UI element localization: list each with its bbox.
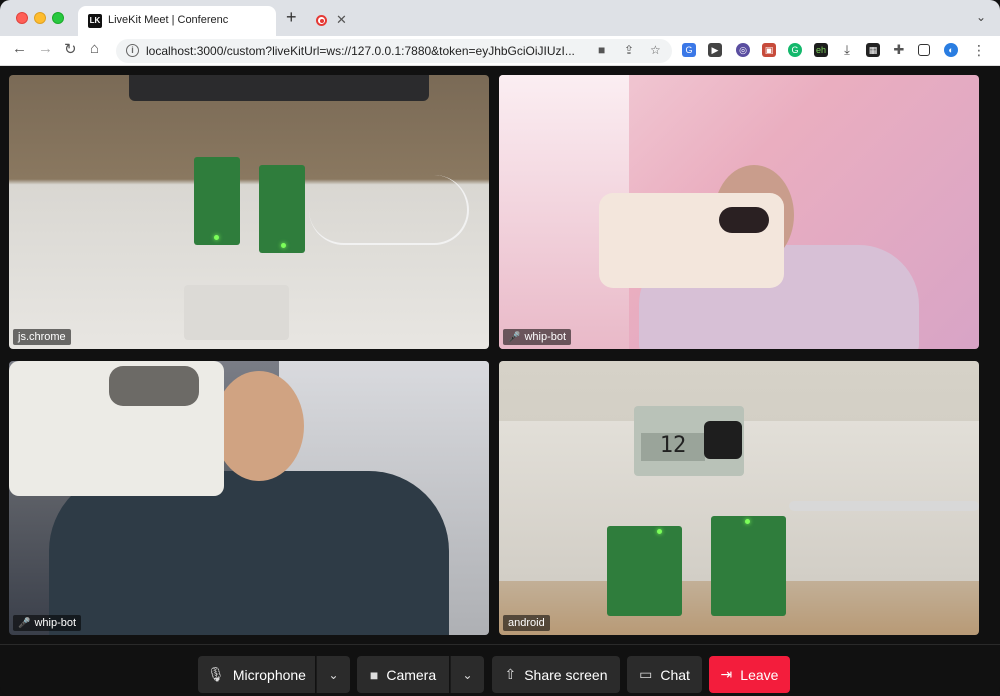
share-screen-button[interactable]: ⇧ Share screen <box>492 656 620 693</box>
microphone-icon: 🎙 <box>207 666 225 682</box>
chat-icon: ▭ <box>639 666 653 682</box>
participant-name-label: whip-bot <box>34 617 77 629</box>
tab-extension-icon[interactable]: ▦ <box>866 43 880 57</box>
camera-icon: ■ <box>369 666 379 683</box>
home-button[interactable]: ⌂ <box>90 40 99 57</box>
camera-label: Camera <box>386 666 437 683</box>
participant-name: android <box>503 615 550 631</box>
microphone-options-button[interactable]: ⌄ <box>316 656 350 693</box>
board-image <box>259 165 305 253</box>
chat-label: Chat <box>660 666 690 683</box>
participant-tile[interactable]: 🎤 whip-bot <box>499 75 979 349</box>
keyboard-image <box>129 75 429 101</box>
bookmark-star-icon[interactable]: ☆ <box>650 43 661 57</box>
close-window-button[interactable] <box>16 12 28 24</box>
more-menu-icon[interactable]: ⋮ <box>972 43 986 57</box>
reload-button[interactable]: ↻ <box>64 40 77 58</box>
led-icon <box>214 235 219 240</box>
led-icon <box>657 529 662 534</box>
forward-button[interactable]: → <box>38 40 53 57</box>
tab-title: LiveKit Meet | Conference <box>108 14 228 26</box>
camera-lens-image <box>719 207 769 233</box>
leave-icon: ⇥ <box>720 666 733 682</box>
camera-module-image <box>704 421 742 459</box>
profile-avatar[interactable]: ◐ <box>944 43 958 57</box>
microphone-button[interactable]: 🎙 Microphone <box>198 656 315 693</box>
cable-image <box>789 501 979 511</box>
livekit-favicon-icon: LK <box>88 14 102 28</box>
site-info-icon[interactable]: i <box>126 44 139 57</box>
participant-name: 🎤 whip-bot <box>503 329 572 345</box>
cable-image <box>309 175 469 245</box>
share-screen-icon: ⇧ <box>504 666 517 682</box>
board-image <box>711 516 786 616</box>
participant-name-label: js.chrome <box>18 331 66 343</box>
clock-display: 12 <box>641 433 705 461</box>
control-bar: 🎙 Microphone ⌄ ■ Camera ⌄ ⇧ Share screen… <box>0 644 1000 696</box>
stand-image <box>184 285 289 340</box>
led-icon <box>281 243 286 248</box>
maximize-window-button[interactable] <box>52 12 64 24</box>
grammarly-extension-icon[interactable]: G <box>788 43 802 57</box>
chevron-down-icon: ⌄ <box>328 667 339 682</box>
leave-label: Leave <box>740 666 779 683</box>
video-grid: js.chrome 🎤 whip-bot 🎤 whip-bot 12 andro… <box>0 66 1000 644</box>
video-extension-icon[interactable]: ▶ <box>708 43 722 57</box>
mic-muted-icon: 🎤 <box>508 332 521 343</box>
chat-button[interactable]: ▭ Chat <box>627 656 702 693</box>
camera-options-button[interactable]: ⌄ <box>450 656 484 693</box>
extension-icon[interactable]: ◎ <box>736 43 750 57</box>
puzzle-extensions-icon[interactable]: ✚ <box>892 43 906 57</box>
camera-button[interactable]: ■ Camera <box>357 656 449 693</box>
tab-bar: LK LiveKit Meet | Conference ✕ + ⌄ <box>0 0 1000 36</box>
url-text[interactable]: localhost:3000/custom?liveKitUrl=ws://12… <box>146 44 596 58</box>
screenshot-extension-icon[interactable]: ▣ <box>762 43 776 57</box>
participant-name-label: android <box>508 617 545 629</box>
participant-tile[interactable]: 🎤 whip-bot <box>9 361 489 635</box>
tab-close-button[interactable]: ✕ <box>336 12 347 28</box>
camera-lens-image <box>109 366 199 406</box>
chevron-down-icon[interactable]: ⌄ <box>976 10 986 24</box>
board-image <box>194 157 240 245</box>
participant-name: 🎤 whip-bot <box>13 615 82 631</box>
leave-button[interactable]: ⇥ Leave <box>709 656 790 693</box>
chevron-down-icon: ⌄ <box>462 667 473 682</box>
led-icon <box>745 519 750 524</box>
face-image <box>214 371 304 481</box>
eh-extension-icon[interactable]: eh <box>814 43 828 57</box>
share-icon[interactable]: ⇪ <box>624 43 634 57</box>
browser-toolbar: ← → ↻ ⌂ i localhost:3000/custom?liveKitU… <box>0 36 1000 66</box>
microphone-label: Microphone <box>232 666 306 683</box>
download-icon[interactable]: ⤓ <box>840 43 854 57</box>
share-screen-label: Share screen <box>524 666 608 683</box>
browser-window: LK LiveKit Meet | Conference ✕ + ⌄ ← → ↻… <box>0 0 1000 696</box>
participant-name: js.chrome <box>13 329 71 345</box>
recording-indicator-icon <box>316 15 327 26</box>
board-image <box>607 526 682 616</box>
translate-extension-icon[interactable]: G <box>682 43 696 57</box>
sidebar-icon[interactable] <box>918 44 930 56</box>
camera-in-use-icon[interactable]: ■ <box>598 43 605 57</box>
address-bar[interactable]: i localhost:3000/custom?liveKitUrl=ws://… <box>116 39 672 63</box>
back-button[interactable]: ← <box>12 40 27 57</box>
participant-tile[interactable]: 12 android <box>499 361 979 635</box>
participant-name-label: whip-bot <box>524 331 567 343</box>
new-tab-button[interactable]: + <box>286 7 297 28</box>
browser-tab[interactable]: LK LiveKit Meet | Conference ✕ <box>78 6 347 36</box>
minimize-window-button[interactable] <box>34 12 46 24</box>
mic-muted-icon: 🎤 <box>18 618 31 629</box>
participant-tile[interactable]: js.chrome <box>9 75 489 349</box>
